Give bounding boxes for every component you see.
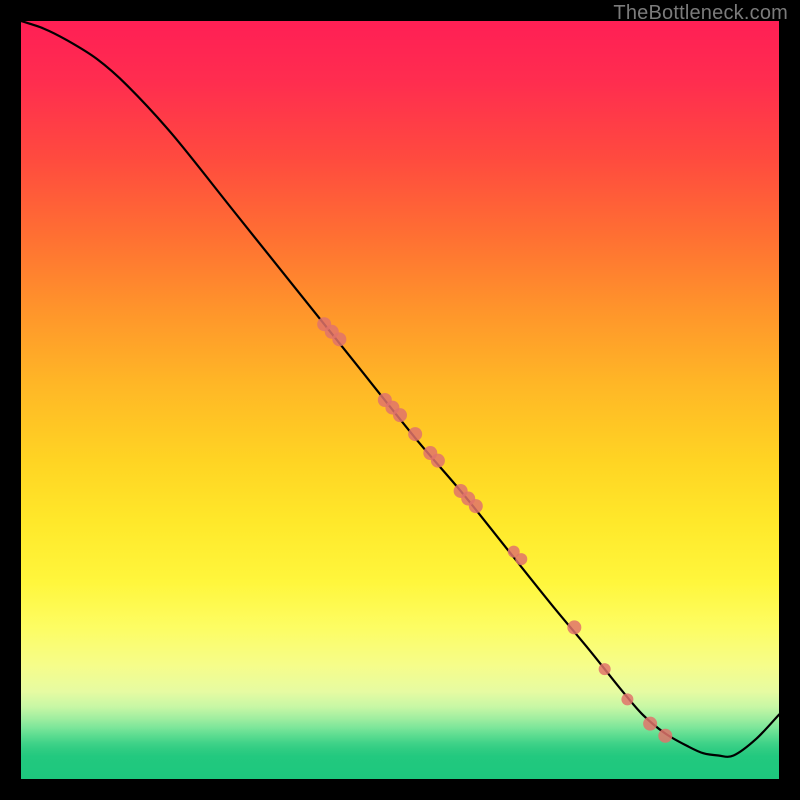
plot-area (21, 21, 779, 779)
highlighted-point (431, 454, 445, 468)
highlighted-point (599, 663, 611, 675)
highlighted-point (567, 620, 581, 634)
highlighted-point (621, 693, 633, 705)
highlighted-point (393, 408, 407, 422)
bottleneck-curve-line (21, 21, 779, 757)
highlighted-point (515, 553, 527, 565)
chart-svg (21, 21, 779, 779)
highlighted-point (469, 499, 483, 513)
highlighted-point (332, 332, 346, 346)
highlighted-point (658, 729, 672, 743)
chart-frame: TheBottleneck.com (0, 0, 800, 800)
highlighted-point (643, 717, 657, 731)
highlighted-point (408, 427, 422, 441)
